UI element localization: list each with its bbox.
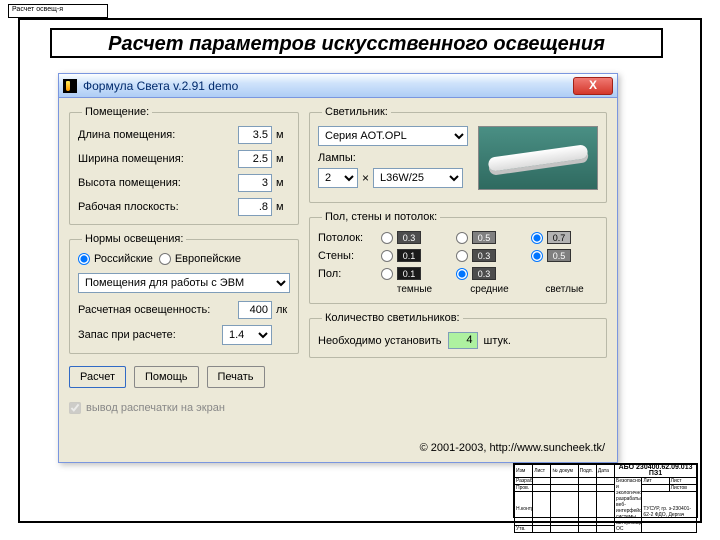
floor-03[interactable]: 0.3 bbox=[456, 267, 523, 280]
count-need-label: Необходимо установить bbox=[318, 335, 442, 347]
lamps-label: Лампы: bbox=[318, 152, 468, 164]
lamp-type-select[interactable]: L36W/25 bbox=[373, 168, 463, 188]
norms-rus[interactable]: Российские bbox=[78, 253, 153, 265]
ceiling-07[interactable]: 0.7 bbox=[531, 231, 598, 244]
room-length-input[interactable] bbox=[238, 126, 272, 144]
app-window: Формула Света v.2.91 demo X Помещение: Д… bbox=[58, 73, 618, 463]
unit-m: м bbox=[276, 129, 290, 141]
count-group: Количество светильников: Необходимо уста… bbox=[309, 312, 607, 358]
illum-input[interactable] bbox=[238, 301, 272, 319]
work-plane-label: Рабочая плоскость: bbox=[78, 201, 238, 213]
ceiling-03[interactable]: 0.3 bbox=[381, 231, 448, 244]
walls-label: Стены: bbox=[318, 250, 373, 262]
norms-group: Нормы освещения: Российские Европейские … bbox=[69, 233, 299, 354]
drawing-stamp: Изм Лист № докум Подп. Дата АБО 230400.6… bbox=[513, 463, 698, 518]
room-type-select[interactable]: Помещения для работы с ЭВМ bbox=[78, 273, 290, 293]
mid-label: средние bbox=[456, 284, 523, 295]
floor-label: Пол: bbox=[318, 268, 373, 280]
dark-label: темные bbox=[381, 284, 448, 295]
reserve-label: Запас при расчете: bbox=[78, 329, 222, 341]
page-title: Расчет параметров искусственного освещен… bbox=[50, 28, 663, 58]
titlebar: Формула Света v.2.91 demo X bbox=[59, 74, 617, 98]
work-plane-input[interactable] bbox=[238, 198, 272, 216]
walls-05[interactable]: 0.5 bbox=[531, 249, 598, 262]
surfaces-legend: Пол, стены и потолок: bbox=[322, 211, 440, 223]
lamp-icon bbox=[488, 144, 589, 172]
print-button[interactable]: Печать bbox=[207, 366, 265, 388]
copyright: © 2001-2003, http://www.suncheek.tk/ bbox=[420, 442, 605, 454]
calc-button[interactable]: Расчет bbox=[69, 366, 126, 388]
screen-output-checkbox[interactable] bbox=[69, 402, 81, 414]
count-legend: Количество светильников: bbox=[322, 312, 463, 324]
room-width-label: Ширина помещения: bbox=[78, 153, 238, 165]
norms-eur[interactable]: Европейские bbox=[159, 253, 241, 265]
count-value: 4 bbox=[448, 332, 478, 349]
ceiling-label: Потолок: bbox=[318, 232, 373, 244]
multiply-icon: × bbox=[362, 171, 369, 185]
room-height-input[interactable] bbox=[238, 174, 272, 192]
help-button[interactable]: Помощь bbox=[134, 366, 199, 388]
walls-01[interactable]: 0.1 bbox=[381, 249, 448, 262]
room-width-input[interactable] bbox=[238, 150, 272, 168]
window-title: Формула Света v.2.91 demo bbox=[83, 79, 573, 93]
count-units: штук. bbox=[484, 335, 511, 347]
illum-label: Расчетная освещенность: bbox=[78, 304, 238, 316]
ceiling-05[interactable]: 0.5 bbox=[456, 231, 523, 244]
room-legend: Помещение: bbox=[82, 106, 152, 118]
light-label: светлые bbox=[531, 284, 598, 295]
room-height-label: Высота помещения: bbox=[78, 177, 238, 189]
unit-lux: лк bbox=[276, 304, 290, 316]
screen-output-label: вывод распечатки на экран bbox=[86, 402, 225, 414]
lamp-count-select[interactable]: 2 bbox=[318, 168, 358, 188]
reserve-select[interactable]: 1.4 bbox=[222, 325, 272, 345]
fixture-image bbox=[478, 126, 598, 190]
fixture-group: Светильник: Серия AOT.OPL Лампы: 2 × bbox=[309, 106, 607, 203]
room-length-label: Длина помещения: bbox=[78, 129, 238, 141]
close-button[interactable]: X bbox=[573, 77, 613, 95]
room-group: Помещение: Длина помещения: м Ширина пом… bbox=[69, 106, 299, 225]
fixture-series-select[interactable]: Серия AOT.OPL bbox=[318, 126, 468, 146]
fixture-legend: Светильник: bbox=[322, 106, 391, 118]
floor-01[interactable]: 0.1 bbox=[381, 267, 448, 280]
corner-tag: Расчет освещ-я bbox=[8, 4, 108, 18]
walls-03[interactable]: 0.3 bbox=[456, 249, 523, 262]
app-icon bbox=[63, 79, 77, 93]
norms-legend: Нормы освещения: bbox=[82, 233, 186, 245]
surfaces-group: Пол, стены и потолок: Потолок: 0.3 0.5 0… bbox=[309, 211, 607, 304]
